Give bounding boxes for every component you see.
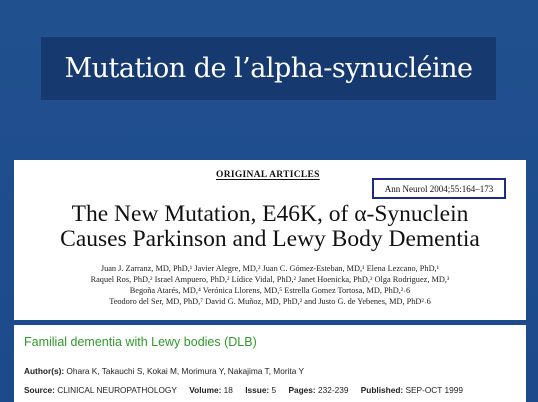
paper-authors-line4: Teodoro del Ser, MD, PhD,⁷ David G. Muño… xyxy=(109,297,431,306)
paper-excerpt: ORIGINAL ARTICLES Ann Neurol 2004;55:164… xyxy=(14,160,526,320)
slide-background: Mutation de l’alpha-synucléine ORIGINAL … xyxy=(0,0,538,402)
source-label: Source: xyxy=(24,385,55,395)
authors-value: Ohara K, Takauchi S, Kokai M, Morimura Y… xyxy=(66,366,305,376)
pages-label: Pages: xyxy=(288,385,316,395)
record-title[interactable]: Familial dementia with Lewy bodies (DLB) xyxy=(24,335,257,349)
citation-text: Ann Neurol 2004;55:164–173 xyxy=(384,183,494,194)
record-authors: Author(s): Ohara K, Takauchi S, Kokai M,… xyxy=(24,366,304,376)
paper-title-line2: Causes Parkinson and Lewy Body Dementia xyxy=(60,226,480,252)
section-label: ORIGINAL ARTICLES xyxy=(216,170,320,180)
published-label: Published: xyxy=(360,385,404,395)
slide-title-box: Mutation de l’alpha-synucléine xyxy=(41,37,496,100)
volume-value: 18 xyxy=(223,385,233,395)
authors-label: Author(s): xyxy=(24,366,65,376)
paper-title-line1: The New Mutation, E46K, of α-Synuclein xyxy=(71,201,469,227)
source-value: CLINICAL NEUROPATHOLOGY xyxy=(57,385,177,395)
record-source: Source: CLINICAL NEUROPATHOLOGY Volume: … xyxy=(24,385,463,395)
published-value: SEP-OCT 1999 xyxy=(405,385,463,395)
database-record: Familial dementia with Lewy bodies (DLB)… xyxy=(14,325,526,402)
slide-title: Mutation de l’alpha-synucléine xyxy=(64,53,473,84)
citation-box: Ann Neurol 2004;55:164–173 xyxy=(372,178,506,199)
issue-value: 5 xyxy=(271,385,277,395)
pages-value: 232-239 xyxy=(317,385,349,395)
issue-label: Issue: xyxy=(245,385,270,395)
volume-label: Volume: xyxy=(189,385,222,395)
